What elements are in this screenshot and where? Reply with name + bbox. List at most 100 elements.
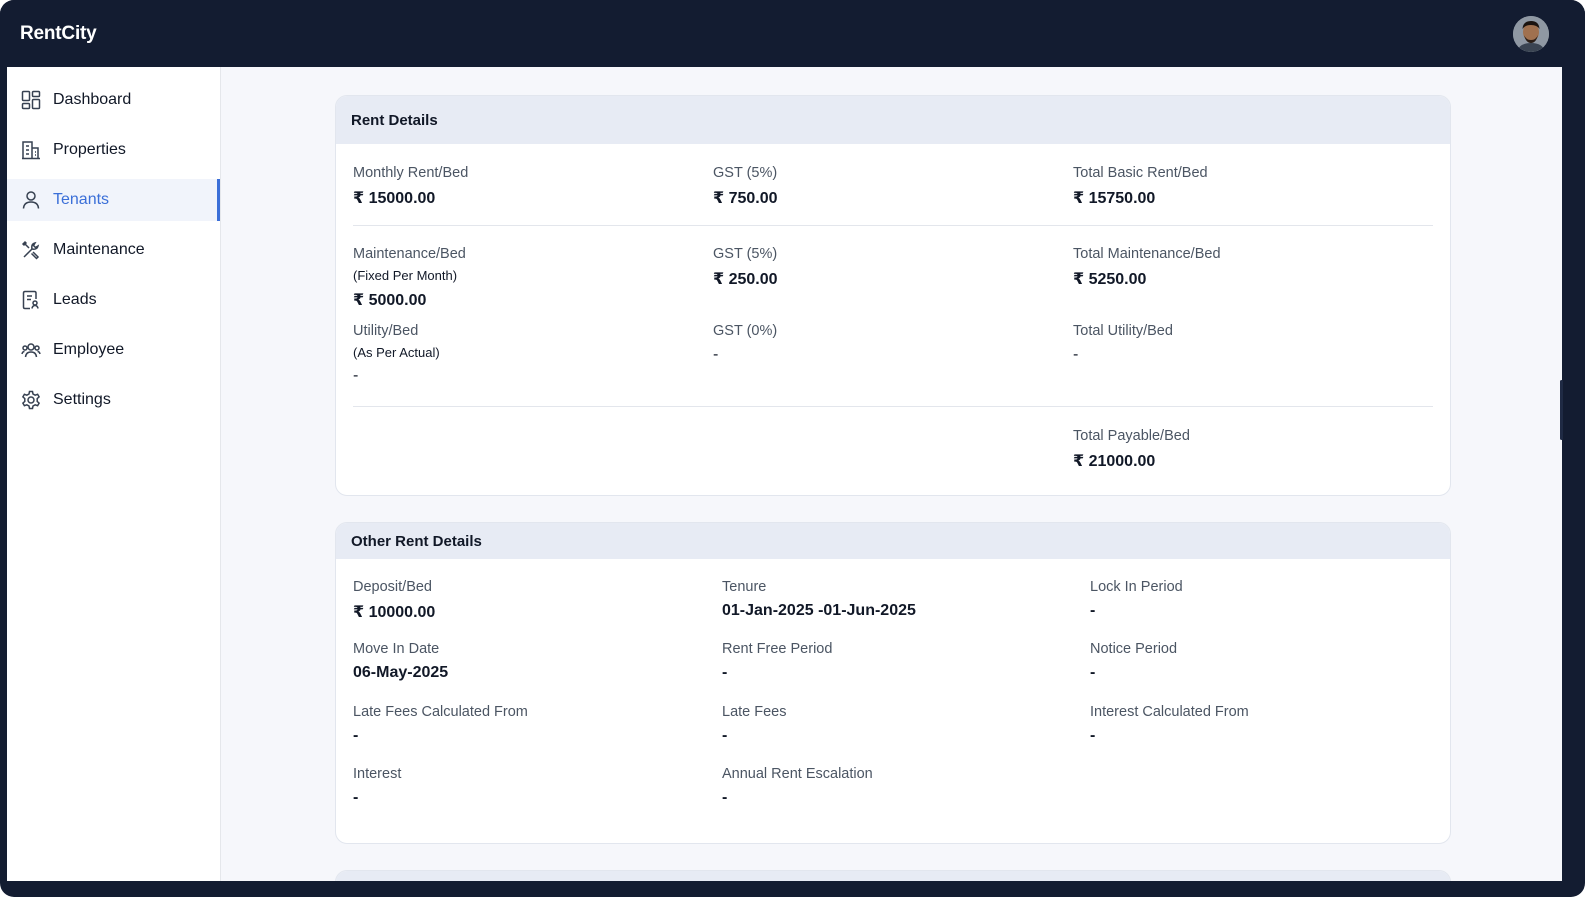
rent-details-card: Rent Details Monthly Rent/Bed ₹ 15000.00… <box>335 95 1451 496</box>
total-utility-field: Total Utility/Bed - <box>1073 323 1173 364</box>
field-value: - <box>353 727 359 744</box>
field-label: Annual Rent Escalation <box>722 766 873 782</box>
late-fees-field: Late Fees - <box>722 704 787 745</box>
field-value: - <box>1090 602 1096 619</box>
field-label: Interest Calculated From <box>1090 704 1249 720</box>
sidebar-item-label: Employee <box>53 341 125 358</box>
sidebar-item-settings[interactable]: Settings <box>7 379 220 421</box>
field-value: - <box>1090 727 1096 744</box>
interest-field: Interest - <box>353 766 401 807</box>
field-label: GST (5%) <box>713 246 778 262</box>
deposit-field: Deposit/Bed ₹ 10000.00 <box>353 579 435 622</box>
card-header <box>336 871 1450 881</box>
field-label: Interest <box>353 766 402 782</box>
tenure-field: Tenure 01-Jan-2025 -01-Jun-2025 <box>722 579 916 620</box>
card-title: Rent Details <box>351 112 438 129</box>
sidebar-item-maintenance[interactable]: Maintenance <box>7 229 220 271</box>
field-value: ₹ 21000.00 <box>1073 453 1156 470</box>
field-label: Move In Date <box>353 641 440 657</box>
notice-period-field: Notice Period - <box>1090 641 1177 682</box>
field-label: GST (5%) <box>713 165 778 181</box>
sidebar-item-employee[interactable]: Employee <box>7 329 220 371</box>
content-area: Dashboard Properties Tenants Maintenance… <box>7 67 1562 881</box>
sidebar-item-label: Dashboard <box>53 91 132 108</box>
field-label: Tenure <box>722 579 767 595</box>
sidebar-item-label: Leads <box>53 291 97 308</box>
card-title: Other Rent Details <box>351 533 482 550</box>
field-value: ₹ 750.00 <box>713 190 778 207</box>
field-label: Notice Period <box>1090 641 1178 657</box>
field-sublabel: (As Per Actual) <box>353 345 440 360</box>
sidebar-item-properties[interactable]: Properties <box>7 129 220 171</box>
field-value: ₹ 250.00 <box>713 271 778 288</box>
field-value: ₹ 10000.00 <box>353 604 436 621</box>
lock-in-period-field: Lock In Period - <box>1090 579 1183 620</box>
field-label: Total Maintenance/Bed <box>1073 246 1221 262</box>
monthly-rent-field: Monthly Rent/Bed ₹ 15000.00 <box>353 165 468 208</box>
field-label: Utility/Bed <box>353 323 419 339</box>
field-value: ₹ 15000.00 <box>353 190 436 207</box>
field-value: - <box>722 664 728 681</box>
brand-logo[interactable]: RentCity <box>20 23 97 45</box>
field-value: 06-May-2025 <box>353 664 449 681</box>
field-label: Deposit/Bed <box>353 579 432 595</box>
rent-free-period-field: Rent Free Period - <box>722 641 832 682</box>
sidebar: Dashboard Properties Tenants Maintenance… <box>7 67 221 881</box>
divider <box>353 406 1433 407</box>
late-fees-from-field: Late Fees Calculated From - <box>353 704 528 745</box>
total-maintenance-field: Total Maintenance/Bed ₹ 5250.00 <box>1073 246 1221 289</box>
document-user-icon <box>21 290 41 310</box>
field-label: Total Utility/Bed <box>1073 323 1173 339</box>
card-header: Rent Details <box>336 96 1450 144</box>
field-label: Monthly Rent/Bed <box>353 165 469 181</box>
field-value: - <box>353 367 359 384</box>
field-value: ₹ 5000.00 <box>353 292 427 309</box>
field-label: Late Fees <box>722 704 787 720</box>
utility-field: Utility/Bed (As Per Actual) - <box>353 323 440 385</box>
app-window: RentCity Dashboard Properties Tenants Ma… <box>0 0 1585 897</box>
sidebar-item-leads[interactable]: Leads <box>7 279 220 321</box>
sidebar-item-dashboard[interactable]: Dashboard <box>7 79 220 121</box>
top-bar: RentCity <box>0 0 1585 67</box>
dashboard-icon <box>21 90 41 110</box>
user-avatar[interactable] <box>1513 16 1549 52</box>
sidebar-item-label: Maintenance <box>53 241 145 258</box>
field-value: - <box>353 789 359 806</box>
sidebar-item-tenants[interactable]: Tenants <box>7 179 220 221</box>
user-icon <box>21 190 41 210</box>
move-in-date-field: Move In Date 06-May-2025 <box>353 641 448 682</box>
divider <box>353 225 1433 226</box>
maintenance-field: Maintenance/Bed (Fixed Per Month) ₹ 5000… <box>353 246 466 310</box>
annual-rent-escalation-field: Annual Rent Escalation - <box>722 766 873 807</box>
tools-icon <box>21 240 41 260</box>
field-sublabel: (Fixed Per Month) <box>353 268 458 283</box>
interest-from-field: Interest Calculated From - <box>1090 704 1249 745</box>
sidebar-item-label: Tenants <box>53 191 110 208</box>
field-label: Lock In Period <box>1090 579 1183 595</box>
field-label: GST (0%) <box>713 323 778 339</box>
field-label: Late Fees Calculated From <box>353 704 528 720</box>
building-icon <box>21 140 41 160</box>
other-rent-details-card: Other Rent Details Deposit/Bed ₹ 10000.0… <box>335 522 1451 844</box>
maintenance-gst-field: GST (5%) ₹ 250.00 <box>713 246 778 289</box>
sidebar-item-label: Properties <box>53 141 126 158</box>
users-icon <box>21 340 41 360</box>
field-value: - <box>722 789 728 806</box>
field-value: ₹ 5250.00 <box>1073 271 1147 288</box>
field-label: Maintenance/Bed <box>353 246 466 262</box>
field-value: ₹ 15750.00 <box>1073 190 1156 207</box>
total-payable-field: Total Payable/Bed ₹ 21000.00 <box>1073 428 1190 471</box>
field-value: - <box>713 346 719 363</box>
field-label: Total Basic Rent/Bed <box>1073 165 1208 181</box>
gear-icon <box>21 390 41 410</box>
field-label: Total Payable/Bed <box>1073 428 1190 444</box>
total-basic-rent-field: Total Basic Rent/Bed ₹ 15750.00 <box>1073 165 1208 208</box>
monthly-rent-gst-field: GST (5%) ₹ 750.00 <box>713 165 778 208</box>
field-value: - <box>1073 346 1079 363</box>
field-value: - <box>722 727 728 744</box>
field-label: Rent Free Period <box>722 641 833 657</box>
scrollbar-thumb[interactable] <box>1560 380 1563 440</box>
sidebar-item-label: Settings <box>53 391 111 408</box>
card-header: Other Rent Details <box>336 523 1450 559</box>
field-value: - <box>1090 664 1096 681</box>
